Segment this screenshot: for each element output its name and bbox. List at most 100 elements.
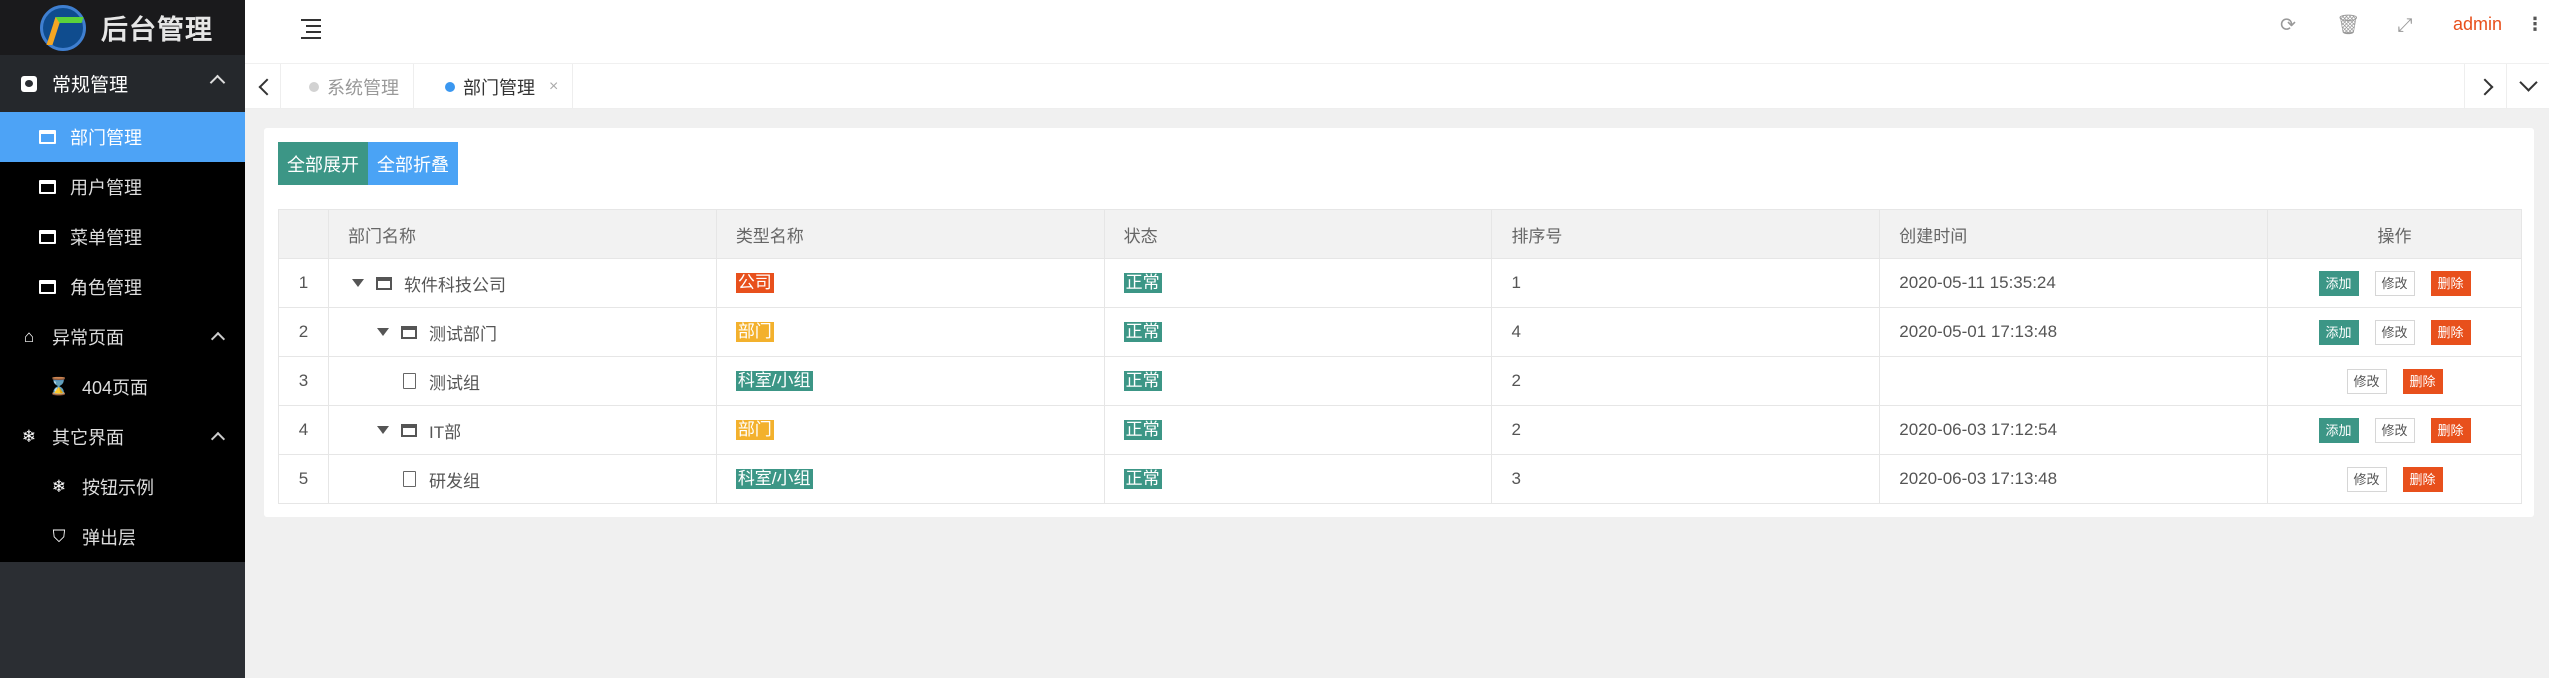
order-cell: 3 [1491,454,1881,504]
trash-icon[interactable]: 🗑 [2336,15,2360,37]
dept-name: IT部 [428,422,462,442]
column-header-order[interactable]: 排序号 [1491,209,1881,259]
content-card: 全部展开 全部折叠 部门名称 类型名称 状态 排序号 创建时间 操作 1 软件科… [264,128,2534,517]
file-icon [402,471,416,487]
chevron-left-icon[interactable] [245,64,281,109]
row-index: 5 [278,454,329,504]
delete-button[interactable]: 删除 [2402,466,2443,492]
delete-button[interactable]: 删除 [2430,417,2471,443]
sidebar-item-menus[interactable]: 菜单管理 [0,212,245,262]
add-button[interactable]: 添加 [2318,319,2359,345]
sidebar-item-label: 404页面 [82,378,149,398]
dept-name: 测试组 [428,373,480,393]
menu-group-regular[interactable]: 常规管理 [0,55,245,112]
chevron-right-icon[interactable] [2464,64,2506,109]
order-cell: 4 [1491,307,1881,357]
type-badge: 部门 [735,322,774,342]
type-badge: 科室/小组 [735,371,813,391]
edit-button[interactable]: 修改 [2374,417,2415,443]
chevron-down-icon[interactable] [2506,64,2549,109]
file-icon [402,373,416,389]
tab-department[interactable]: 部门管理 × [417,64,574,109]
sidebar-item-label: 用户管理 [70,178,142,198]
status-cell: 正常 [1103,454,1493,504]
status-cell: 正常 [1103,405,1493,455]
sidebar-item-label: 其它界面 [52,428,124,448]
add-button[interactable]: 添加 [2318,417,2359,443]
collapse-all-button[interactable]: 全部折叠 [368,142,458,185]
delete-button[interactable]: 删除 [2430,270,2471,296]
window-icon [400,325,417,339]
type-cell: 部门 [715,307,1105,357]
tab-dot-icon [309,81,319,92]
window-icon [38,229,56,245]
type-badge: 公司 [735,273,774,293]
table-row[interactable]: 2 测试部门 部门 正常 4 2020-05-01 17:13:48 添加 修改删… [278,307,2522,357]
sidebar-item-roles[interactable]: 角色管理 [0,262,245,312]
created-cell: 2020-05-11 15:35:24 [1879,258,2269,308]
created-cell: 2020-06-03 17:12:54 [1879,405,2269,455]
sidebar: 后台管理 常规管理 部门管理 用户管理 菜单管理 角色管理 ⌂ 异常页面 ⌛ 4… [0,0,245,678]
edit-button[interactable]: 修改 [2346,466,2387,492]
window-icon [400,423,417,437]
caret-down-icon[interactable] [376,328,389,336]
sidebar-item-label: 弹出层 [82,528,136,548]
department-tree-table: 部门名称 类型名称 状态 排序号 创建时间 操作 1 软件科技公司 公司 正常 … [278,209,2522,504]
table-row[interactable]: 5 研发组 科室/小组 正常 3 2020-06-03 17:13:48 修改删… [278,454,2522,504]
window-icon [38,129,56,145]
dept-name: 研发组 [428,471,480,491]
sidebar-item-404[interactable]: ⌛ 404页面 [0,362,245,412]
add-button[interactable]: 添加 [2318,270,2359,296]
column-header-created[interactable]: 创建时间 [1879,209,2269,259]
status-cell: 正常 [1103,356,1493,406]
edit-button[interactable]: 修改 [2374,319,2415,345]
sidebar-item-popup[interactable]: ⛉ 弹出层 [0,512,245,562]
logo[interactable]: 后台管理 [0,0,245,55]
status-badge: 正常 [1123,273,1162,293]
sidebar-group-error-pages[interactable]: ⌂ 异常页面 [0,312,245,362]
snowflake-icon: ❄ [51,477,67,496]
actions-cell: 修改 删除 [2267,356,2522,406]
edit-button[interactable]: 修改 [2374,270,2415,296]
hourglass-icon: ⌛ [48,377,70,396]
refresh-icon[interactable]: ⟳ [2277,15,2299,37]
fullscreen-icon[interactable]: ⤢ [2394,15,2416,37]
menu-toggle-icon[interactable] [301,19,321,39]
column-header-index [278,209,329,259]
sidebar-item-label: 异常页面 [52,328,124,348]
sidebar-group-other[interactable]: ❄ 其它界面 [0,412,245,462]
edit-button[interactable]: 修改 [2346,368,2387,394]
expand-all-button[interactable]: 全部展开 [278,142,368,185]
row-index: 2 [278,307,329,357]
logo-icon [40,4,86,51]
order-cell: 2 [1491,405,1881,455]
more-icon[interactable]: ⋮ [2526,14,2544,35]
user-menu[interactable]: admin [2453,14,2502,35]
table-row[interactable]: 4 IT部 部门 正常 2 2020-06-03 17:12:54 添加 修改 删除 [278,405,2522,455]
type-cell: 科室/小组 [715,356,1105,406]
app-title: 后台管理 [101,15,213,45]
dept-name-cell: 研发组 [327,454,717,504]
sidebar-item-users[interactable]: 用户管理 [0,162,245,212]
close-icon[interactable]: × [549,78,558,96]
dept-name: 测试部门 [428,324,497,344]
actions-cell: 添加 修改 删除 [2267,405,2522,455]
row-index: 4 [278,405,329,455]
status-badge: 正常 [1123,371,1162,391]
sidebar-item-label: 部门管理 [70,128,142,148]
status-cell: 正常 [1103,307,1493,357]
delete-button[interactable]: 删除 [2402,368,2443,394]
table-row[interactable]: 1 软件科技公司 公司 正常 1 2020-05-11 15:35:24 添加修… [278,258,2522,308]
window-icon [375,276,392,290]
caret-down-icon[interactable] [376,426,389,434]
caret-down-icon[interactable] [351,279,364,287]
delete-button[interactable]: 删除 [2430,319,2471,345]
tab-bar: 系统管理 部门管理 × [245,64,2549,109]
tab-system[interactable]: 系统管理 [281,64,414,109]
column-header-status[interactable]: 状态 [1103,209,1493,259]
column-header-type[interactable]: 类型名称 [715,209,1105,259]
sidebar-item-department[interactable]: 部门管理 [0,112,245,162]
table-row[interactable]: 3 测试组 科室/小组 正常 2 修改 删除 [278,356,2522,406]
column-header-name[interactable]: 部门名称 [327,209,717,259]
sidebar-item-buttons[interactable]: ❄ 按钮示例 [0,462,245,512]
